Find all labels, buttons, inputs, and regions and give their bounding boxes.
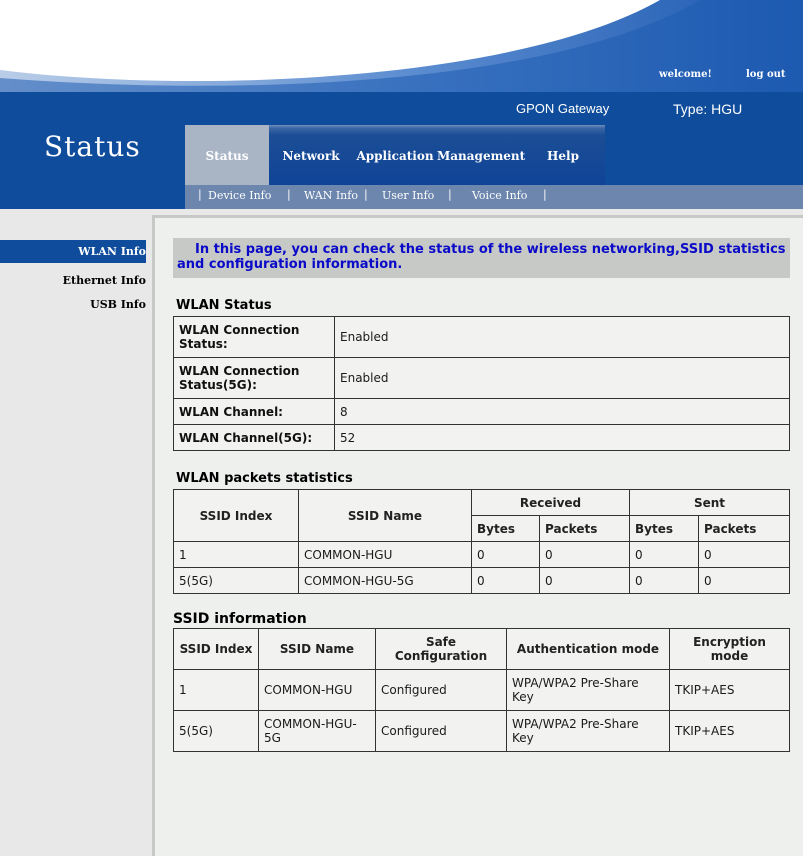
cell-name: COMMON-HGU-5G	[298, 567, 472, 594]
col-rx-bytes: Bytes	[471, 515, 540, 542]
wlan-connection-status-5g-label: WLAN Connection Status(5G):	[173, 357, 335, 399]
cell-tx-bytes: 0	[629, 567, 699, 594]
cell-name: COMMON-HGU	[298, 541, 472, 568]
table-row: WLAN Connection Status(5G): Enabled	[173, 357, 790, 399]
col-received: Received	[471, 489, 630, 516]
wlan-connection-status-5g-value: Enabled	[334, 357, 790, 399]
subnav-wan-info[interactable]: WAN Info	[304, 189, 358, 202]
table-header-row: SSID Index SSID Name Safe Configuration …	[173, 628, 790, 670]
cell-enc: TKIP+AES	[669, 669, 790, 711]
cell-index: 1	[173, 669, 259, 711]
cell-index: 1	[173, 541, 299, 568]
col-safe-configuration: Safe Configuration	[375, 628, 507, 670]
cell-rx-bytes: 0	[471, 541, 540, 568]
col-tx-bytes: Bytes	[629, 515, 699, 542]
cell-safe: Configured	[375, 710, 507, 752]
wlan-channel-5g-label: WLAN Channel(5G):	[173, 424, 335, 451]
wlan-status-table: WLAN Connection Status: Enabled WLAN Con…	[173, 316, 790, 451]
subnav-separator: |	[448, 188, 452, 201]
col-ssid-index: SSID Index	[173, 628, 259, 670]
subnav-device-info[interactable]: Device Info	[208, 189, 271, 202]
cell-name: COMMON-HGU-5G	[258, 710, 376, 752]
cell-auth: WPA/WPA2 Pre-Share Key	[506, 710, 670, 752]
table-row: 5(5G) COMMON-HGU-5G 0 0 0 0	[173, 567, 790, 594]
col-authentication-mode: Authentication mode	[506, 628, 670, 670]
table-header-row: SSID Index SSID Name Received Sent	[173, 489, 790, 542]
subnav-bar-extension	[605, 185, 803, 209]
table-row: WLAN Channel: 8	[173, 398, 790, 425]
cell-rx-packets: 0	[539, 567, 630, 594]
wlan-status-title: WLAN Status	[176, 298, 272, 313]
ssid-info-table: SSID Index SSID Name Safe Configuration …	[173, 628, 790, 752]
page-title: Status	[44, 130, 141, 163]
subnav-separator: |	[543, 188, 547, 201]
cell-name: COMMON-HGU	[258, 669, 376, 711]
cell-enc: TKIP+AES	[669, 710, 790, 752]
type-label: Type: HGU	[673, 101, 743, 117]
table-row: 1 COMMON-HGU 0 0 0 0	[173, 541, 790, 568]
welcome-link[interactable]: welcome!	[659, 69, 712, 80]
tab-status[interactable]: Status	[185, 125, 269, 185]
col-sent: Sent	[629, 489, 790, 516]
table-row: WLAN Connection Status: Enabled	[173, 316, 790, 358]
cell-index: 5(5G)	[173, 567, 299, 594]
col-ssid-index: SSID Index	[173, 489, 299, 542]
cell-auth: WPA/WPA2 Pre-Share Key	[506, 669, 670, 711]
cell-tx-bytes: 0	[629, 541, 699, 568]
subnav-user-info[interactable]: User Info	[382, 189, 434, 202]
subnav-separator: |	[287, 188, 291, 201]
table-row: 1 COMMON-HGU Configured WPA/WPA2 Pre-Sha…	[173, 669, 790, 711]
wlan-channel-5g-value: 52	[334, 424, 790, 451]
tab-management[interactable]: Management	[437, 125, 525, 185]
table-row: 5(5G) COMMON-HGU-5G Configured WPA/WPA2 …	[173, 710, 790, 752]
col-rx-packets: Packets	[539, 515, 630, 542]
intro-text: In this page, you can check the status o…	[173, 238, 790, 278]
col-tx-packets: Packets	[698, 515, 790, 542]
cell-safe: Configured	[375, 669, 507, 711]
tab-application[interactable]: Application	[353, 125, 437, 185]
subnav-separator: |	[198, 188, 202, 201]
cell-rx-bytes: 0	[471, 567, 540, 594]
top-banner: welcome! log out	[0, 0, 803, 92]
cell-index: 5(5G)	[173, 710, 259, 752]
col-ssid-name: SSID Name	[258, 628, 376, 670]
col-encryption-mode: Encryption mode	[669, 628, 790, 670]
logout-link[interactable]: log out	[746, 69, 786, 80]
sidebar-item-ethernet-info[interactable]: Ethernet Info	[63, 274, 146, 287]
tab-help[interactable]: Help	[540, 125, 586, 185]
subnav-voice-info[interactable]: Voice Info	[472, 189, 527, 202]
packets-title: WLAN packets statistics	[176, 471, 353, 486]
wlan-connection-status-value: Enabled	[334, 316, 790, 358]
packets-table: SSID Index SSID Name Received Sent Bytes…	[173, 489, 790, 594]
col-ssid-name: SSID Name	[298, 489, 472, 542]
gateway-label: GPON Gateway	[516, 101, 610, 116]
tab-network[interactable]: Network	[279, 125, 343, 185]
sidebar-item-wlan-info[interactable]: WLAN Info	[78, 245, 146, 258]
table-row: WLAN Channel(5G): 52	[173, 424, 790, 451]
subnav-separator: |	[364, 188, 368, 201]
cell-rx-packets: 0	[539, 541, 630, 568]
wlan-channel-label: WLAN Channel:	[173, 398, 335, 425]
cell-tx-packets: 0	[698, 567, 790, 594]
sidebar-item-usb-info[interactable]: USB Info	[90, 298, 146, 311]
cell-tx-packets: 0	[698, 541, 790, 568]
wlan-connection-status-label: WLAN Connection Status:	[173, 316, 335, 358]
wlan-channel-value: 8	[334, 398, 790, 425]
ssid-info-title: SSID information	[173, 611, 307, 627]
